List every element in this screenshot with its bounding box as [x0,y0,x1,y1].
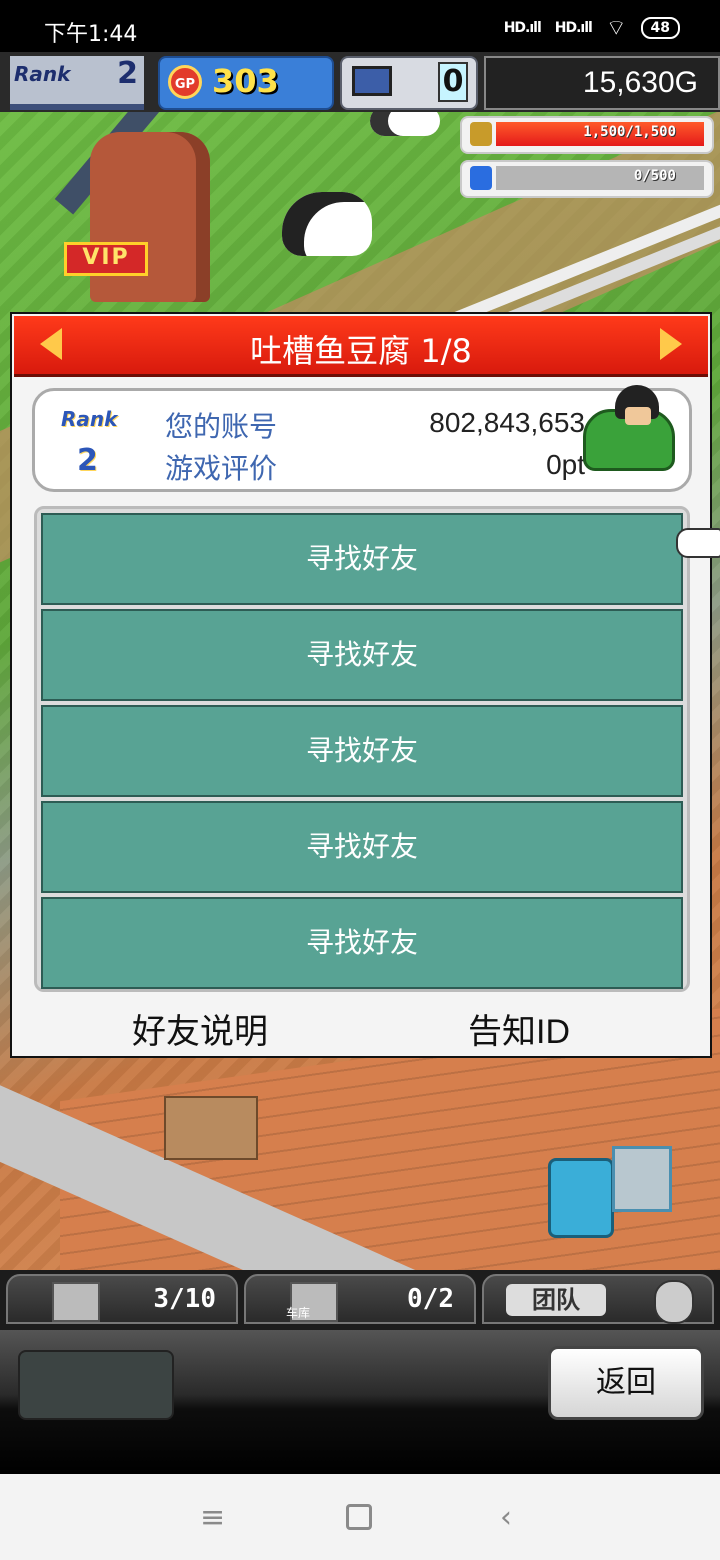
boxes-icon [164,1096,258,1160]
menu-icon[interactable]: ≡ [200,1500,225,1535]
pc-display[interactable]: 0 [340,56,478,110]
fuel-barrel-icon [470,122,492,146]
rank-value: 2 [117,56,138,91]
money-display: 15,630G [484,56,720,110]
find-friend-button[interactable]: 寻找好友 [41,609,683,701]
friend-help-button[interactable]: 好友说明 [132,1004,268,1053]
team-avatar-icon [654,1280,694,1324]
tab-garage[interactable]: 车库 0/2 [244,1274,476,1324]
gp-value: 303 [212,62,279,100]
rating-value: 0pt [546,449,585,480]
back-icon[interactable]: ‹ [500,1500,512,1535]
player-info-card: Rank 2 您的账号 802,843,653 游戏评价 0pt [32,385,692,492]
rating-label: 游戏评价 [165,452,278,485]
pointing-hand-icon [676,528,720,558]
storage-count: 3/10 [153,1284,216,1314]
garage-label: 车库 [286,1306,311,1320]
team-label: 团队 [506,1284,606,1316]
top-hud: Rank 2 GP 303 0 15,630G [0,52,720,112]
notify-id-button[interactable]: 告知ID [468,1004,570,1053]
tab-team[interactable]: 团队 [482,1274,714,1324]
rank-label: Rank [14,62,71,86]
crate-icon [52,1282,100,1322]
find-friend-button[interactable]: 寻找好友 [41,897,683,989]
status-bar: 下午1:44 HD.ıll HD.ıll ⌔ 48 [0,0,720,52]
computer-icon [352,66,392,96]
bottom-tabs: 3/10 车库 0/2 团队 [0,1270,720,1330]
info-rank-value: 2 [77,443,98,478]
money-value: 15,630G [582,66,698,99]
home-icon[interactable] [346,1504,372,1530]
vip-badge[interactable]: VIP [64,242,148,276]
gp-display[interactable]: GP 303 [158,56,334,110]
status-icons: HD.ıll HD.ıll ⌔ 48 [504,14,680,42]
water-text: 0/500 [633,168,676,184]
cart-icon [612,1146,672,1212]
find-friend-button[interactable]: 寻找好友 [41,705,683,797]
pc-value: 0 [438,62,468,102]
tab-storage[interactable]: 3/10 [6,1274,238,1324]
pirate-face-icon [625,407,651,425]
windmill-building[interactable] [90,132,210,302]
fuel-meter: 1,500/1,500 [460,116,714,154]
status-time: 下午1:44 [44,22,138,47]
friend-dialog: 吐槽鱼豆腐 1/8 Rank 2 您的账号 802,843,653 游戏评价 0… [10,312,712,1058]
back-button[interactable]: 返回 [548,1346,704,1420]
fuel-text: 1,500/1,500 [583,124,676,140]
water-meter: 0/500 [460,160,714,198]
system-nav-bar: ≡ ‹ [0,1474,720,1560]
trash-can-icon [548,1158,614,1238]
wifi-icon: ⌔ [605,16,627,41]
dialog-title: 吐槽鱼豆腐 1/8 [250,332,472,370]
dialog-header: 吐槽鱼豆腐 1/8 [14,316,708,377]
water-bottle-icon [470,166,492,190]
signal-icon-2: HD.ıll [554,20,593,36]
battery-indicator: 48 [640,17,680,39]
find-friend-button[interactable]: 寻找好友 [41,513,683,605]
account-value: 802,843,653 [429,407,585,438]
action-bar: 返回 [0,1330,720,1474]
cow-icon [282,192,372,256]
find-friend-button[interactable]: 寻找好友 [41,801,683,893]
friend-list: 寻找好友 寻找好友 寻找好友 寻找好友 寻找好友 [34,506,690,992]
gp-coin-icon: GP [168,65,202,99]
next-arrow-icon[interactable] [660,328,682,360]
signal-icon: HD.ıll [503,20,542,36]
info-rank-label: Rank [61,407,118,431]
blank-action-button[interactable] [18,1350,174,1420]
account-label: 您的账号 [165,410,278,443]
rank-display: Rank 2 [10,56,144,110]
garage-count: 0/2 [407,1284,454,1314]
